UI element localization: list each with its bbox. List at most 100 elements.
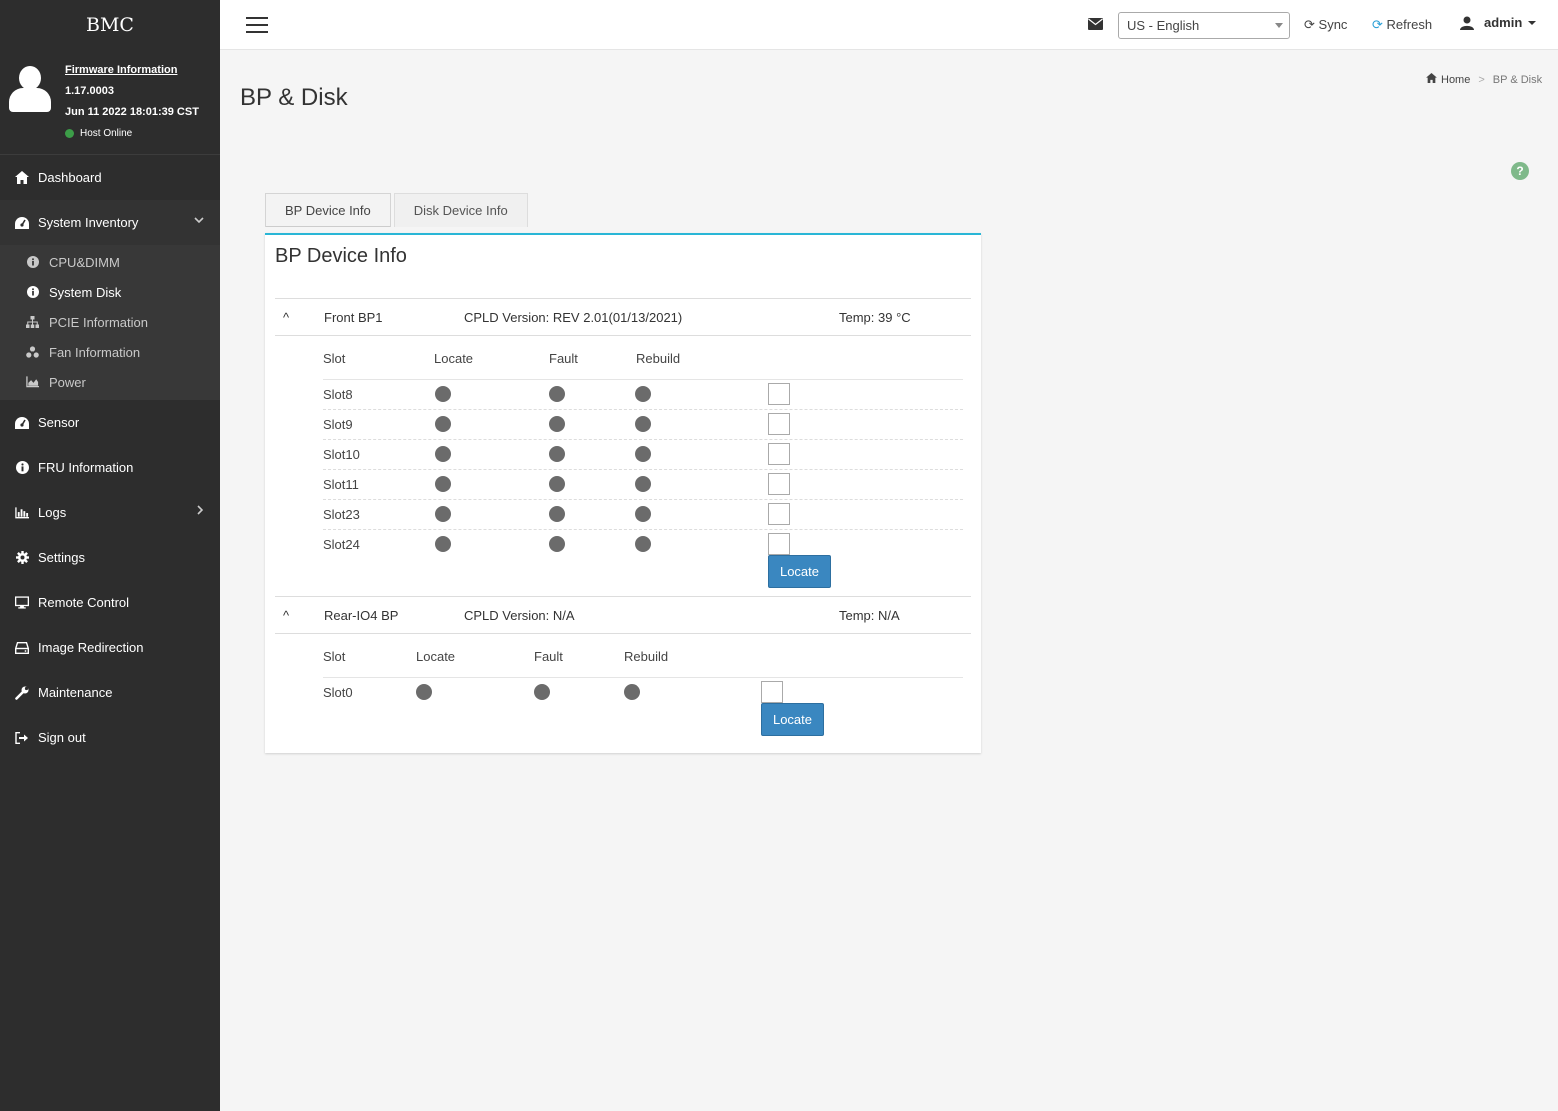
slot-name: Slot9 bbox=[323, 417, 353, 432]
bp-temperature: Temp: N/A bbox=[839, 608, 900, 623]
slot-select-checkbox[interactable] bbox=[768, 473, 790, 495]
top-navbar: US - English ⟳ Sync ⟳ Refresh admin bbox=[220, 0, 1558, 50]
sidebar-item-dashboard[interactable]: Dashboard bbox=[0, 155, 220, 200]
collapse-toggle-icon[interactable]: ^ bbox=[283, 608, 289, 623]
home-icon bbox=[1426, 73, 1437, 86]
sync-button[interactable]: ⟳ Sync bbox=[1304, 17, 1347, 33]
fault-led-icon bbox=[549, 536, 565, 552]
sidebar-menu: Dashboard System Inventory bbox=[0, 155, 220, 245]
rebuild-led-icon bbox=[624, 684, 640, 700]
home-icon bbox=[15, 171, 29, 185]
fault-led-icon bbox=[534, 684, 550, 700]
hamburger-menu-icon[interactable] bbox=[246, 17, 268, 33]
col-header-fault: Fault bbox=[549, 351, 578, 366]
envelope-icon[interactable] bbox=[1088, 18, 1103, 30]
locate-led-icon bbox=[435, 476, 451, 492]
sidebar-item-system-inventory[interactable]: System Inventory bbox=[0, 200, 220, 245]
breadcrumb-home-link[interactable]: Home bbox=[1441, 74, 1470, 86]
chevron-right-icon bbox=[197, 505, 204, 518]
hdd-icon bbox=[15, 641, 29, 655]
language-select-value: US - English bbox=[1127, 18, 1200, 33]
rebuild-led-icon bbox=[635, 536, 651, 552]
sidebar-item-label: Maintenance bbox=[38, 685, 113, 700]
sidebar-subitem-power[interactable]: Power bbox=[0, 367, 220, 397]
sidebar-subitem-label: System Disk bbox=[49, 284, 122, 300]
breadcrumb-current: BP & Disk bbox=[1492, 73, 1543, 86]
slot-name: Slot24 bbox=[323, 537, 360, 552]
language-select[interactable]: US - English bbox=[1118, 12, 1290, 39]
locate-led-icon bbox=[435, 446, 451, 462]
locate-led-icon bbox=[416, 684, 432, 700]
sidebar-menu-lower: Sensor FRU Information Logs Settings Rem… bbox=[0, 400, 220, 760]
system-inventory-submenu: CPU&DIMM System Disk PCIE Information Fa… bbox=[0, 245, 220, 400]
user-avatar-icon bbox=[9, 66, 51, 114]
locate-led-icon bbox=[435, 416, 451, 432]
sidebar-subitem-system-disk[interactable]: System Disk bbox=[0, 277, 220, 307]
sidebar-item-maintenance[interactable]: Maintenance bbox=[0, 670, 220, 715]
col-header-locate: Locate bbox=[416, 649, 456, 664]
sidebar-item-settings[interactable]: Settings bbox=[0, 535, 220, 580]
help-icon[interactable]: ? bbox=[1511, 162, 1529, 180]
sidebar-item-sign-out[interactable]: Sign out bbox=[0, 715, 220, 760]
sidebar-item-logs[interactable]: Logs bbox=[0, 490, 220, 535]
user-icon bbox=[1460, 16, 1474, 30]
bp-temperature: Temp: 39 °C bbox=[839, 310, 911, 325]
fault-led-icon bbox=[549, 416, 565, 432]
sidebar-item-label: Sensor bbox=[38, 415, 80, 430]
slot-select-checkbox[interactable] bbox=[768, 533, 790, 555]
slot-select-checkbox[interactable] bbox=[768, 503, 790, 525]
tab-bp-device-info[interactable]: BP Device Info bbox=[265, 193, 391, 227]
caret-down-icon bbox=[1528, 20, 1537, 25]
tab-disk-device-info[interactable]: Disk Device Info bbox=[393, 193, 528, 227]
slot-select-checkbox[interactable] bbox=[768, 383, 790, 405]
sidebar-subitem-cpu-dimm[interactable]: CPU&DIMM bbox=[0, 247, 220, 277]
sync-icon: ⟳ bbox=[1304, 17, 1315, 32]
sidebar-item-image-redirection[interactable]: Image Redirection bbox=[0, 625, 220, 670]
fan-icon bbox=[26, 346, 39, 359]
user-panel: Firmware Information 1.17.0003 Jun 11 20… bbox=[0, 50, 220, 155]
bp-cpld-version: CPLD Version: REV 2.01(01/13/2021) bbox=[464, 310, 683, 325]
user-menu-button[interactable]: admin bbox=[1460, 15, 1537, 30]
refresh-button[interactable]: ⟳ Refresh bbox=[1372, 17, 1432, 33]
bp-header-front-bp1: ^ Front BP1 CPLD Version: REV 2.01(01/13… bbox=[275, 298, 971, 336]
collapse-toggle-icon[interactable]: ^ bbox=[283, 310, 289, 325]
gear-icon bbox=[15, 551, 29, 565]
table-row: Slot9 bbox=[323, 410, 963, 440]
table-header-row: Slot Locate Fault Rebuild bbox=[323, 640, 963, 678]
sidebar-item-fru[interactable]: FRU Information bbox=[0, 445, 220, 490]
fault-led-icon bbox=[549, 386, 565, 402]
firmware-information-link[interactable]: Firmware Information bbox=[65, 64, 177, 76]
rebuild-led-icon bbox=[635, 446, 651, 462]
table-header-row: Slot Locate Fault Rebuild bbox=[323, 342, 963, 380]
fault-led-icon bbox=[549, 446, 565, 462]
locate-button-rear-io4-bp[interactable]: Locate bbox=[761, 703, 824, 736]
info-circle-icon bbox=[26, 286, 39, 299]
locate-led-icon bbox=[435, 506, 451, 522]
col-header-rebuild: Rebuild bbox=[636, 351, 681, 366]
page-title: BP & Disk bbox=[240, 84, 348, 111]
locate-button-front-bp1[interactable]: Locate bbox=[768, 555, 831, 588]
sidebar-item-remote-control[interactable]: Remote Control bbox=[0, 580, 220, 625]
slot-select-checkbox[interactable] bbox=[768, 413, 790, 435]
sidebar-subitem-fan[interactable]: Fan Information bbox=[0, 337, 220, 367]
tab-bar: BP Device Info Disk Device Info bbox=[265, 193, 531, 227]
sidebar-item-label: Image Redirection bbox=[38, 640, 144, 655]
slot-name: Slot23 bbox=[323, 507, 360, 522]
sidebar-subitem-label: Power bbox=[49, 374, 86, 390]
host-status-label: Host Online bbox=[80, 128, 133, 139]
col-header-rebuild: Rebuild bbox=[624, 649, 669, 664]
breadcrumb-separator: > bbox=[1478, 73, 1485, 86]
slot-select-checkbox[interactable] bbox=[761, 681, 783, 703]
area-chart-icon bbox=[26, 376, 39, 389]
sidebar-item-label: Sign out bbox=[38, 730, 86, 745]
sidebar-subitem-pcie[interactable]: PCIE Information bbox=[0, 307, 220, 337]
sidebar-item-sensor[interactable]: Sensor bbox=[0, 400, 220, 445]
col-header-slot: Slot bbox=[323, 649, 346, 664]
bp-device-info-panel: BP Device Info ^ Front BP1 CPLD Version:… bbox=[265, 233, 981, 753]
table-row: Slot0 bbox=[323, 678, 963, 708]
bar-chart-icon bbox=[15, 506, 29, 520]
refresh-label: Refresh bbox=[1386, 17, 1433, 32]
bp-header-rear-io4-bp: ^ Rear-IO4 BP CPLD Version: N/A Temp: N/… bbox=[275, 596, 971, 634]
sidebar-subitem-label: Fan Information bbox=[49, 344, 141, 360]
slot-select-checkbox[interactable] bbox=[768, 443, 790, 465]
